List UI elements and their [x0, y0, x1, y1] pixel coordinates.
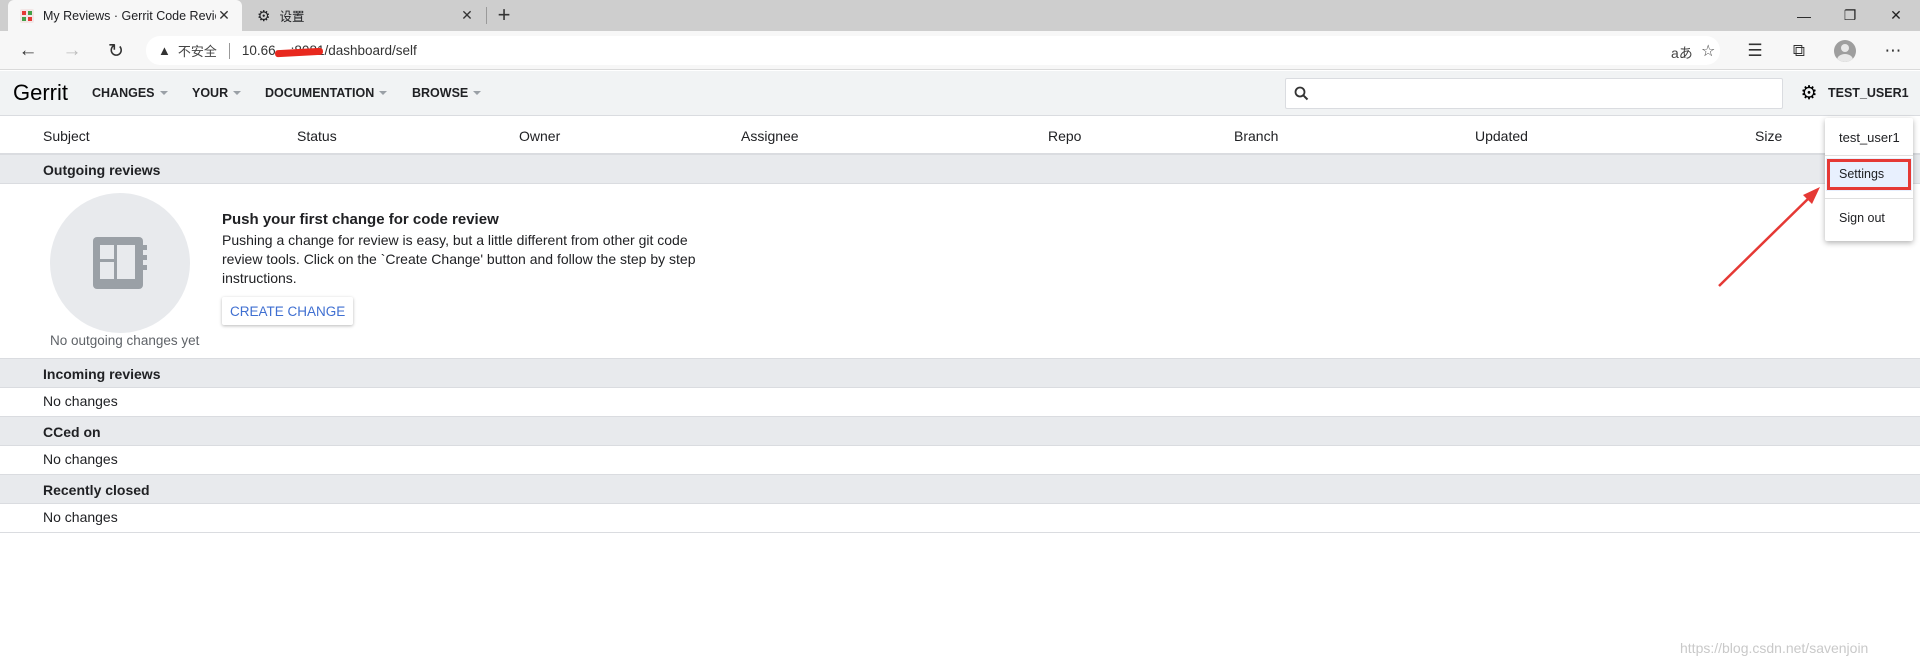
minimize-button[interactable]: — [1781, 0, 1827, 31]
menu-your[interactable]: YOUR [192, 86, 242, 100]
empty-state-title: Push your first change for code review [222, 211, 499, 228]
column-subject: Subject [43, 128, 90, 144]
section-incoming-reviews: Incoming reviews [0, 358, 1920, 388]
menu-changes[interactable]: CHANGES [92, 86, 168, 100]
column-repo: Repo [1048, 128, 1082, 144]
column-branch: Branch [1234, 128, 1279, 144]
read-aloud-icon[interactable]: aあ [1671, 43, 1693, 63]
settings-menu-item[interactable]: Settings [1826, 158, 1912, 191]
browser-address-bar: ← → ↻ ▲ 不安全 10.66. . :8081/dashboard/sel… [0, 31, 1920, 70]
column-assignee: Assignee [741, 128, 799, 144]
create-change-button[interactable]: CREATE CHANGE [222, 297, 354, 325]
more-icon[interactable]: ⋯ [1879, 37, 1907, 65]
search-icon [1294, 86, 1309, 101]
restore-button[interactable]: ❐ [1827, 0, 1873, 31]
url-field[interactable]: ▲ 不安全 10.66. . :8081/dashboard/self aあ ☆ [146, 36, 1720, 65]
menu-label: CHANGES [92, 86, 155, 100]
dashboard-icon [93, 237, 147, 289]
column-size: Size [1755, 128, 1783, 144]
tab-divider [486, 7, 487, 24]
dropdown-username: test_user1 [1825, 118, 1913, 156]
empty-row-text: No changes [43, 509, 118, 525]
tab-close-icon[interactable]: ✕ [216, 7, 232, 24]
section-title: Outgoing reviews [43, 162, 161, 178]
column-owner: Owner [519, 128, 561, 144]
chevron-down-icon [233, 91, 242, 95]
collections-icon[interactable]: ⧉ [1785, 37, 1813, 65]
section-title: Recently closed [43, 482, 150, 498]
url-divider [228, 42, 230, 59]
empty-state-caption: No outgoing changes yet [50, 333, 200, 348]
search-input[interactable] [1317, 80, 1782, 107]
table-bottom-border [0, 532, 1920, 533]
section-title: CCed on [43, 424, 101, 440]
gerrit-logo[interactable]: Gerrit [13, 80, 68, 106]
column-updated: Updated [1475, 128, 1528, 144]
close-window-button[interactable]: ✕ [1873, 0, 1919, 31]
url-text[interactable]: 10.66. . :8081/dashboard/self [242, 43, 417, 58]
menu-label: BROWSE [412, 86, 469, 100]
sign-out-menu-item[interactable]: Sign out [1825, 198, 1913, 240]
chevron-down-icon [159, 91, 168, 95]
table-header: Subject Status Owner Assignee Repo Branc… [0, 116, 1920, 154]
search-box [1285, 78, 1783, 109]
url-value: 10.66. . :8081/dashboard/self [241, 43, 417, 58]
forward-icon[interactable]: → [58, 37, 86, 65]
tab-settings[interactable]: ⚙ 设置 ✕ [245, 0, 485, 31]
menu-browse[interactable]: BROWSE [412, 86, 482, 100]
insecure-label: 不安全 [177, 44, 217, 59]
user-dropdown-menu: test_user1 Settings Sign out [1825, 118, 1913, 241]
watermark-text: https://blog.csdn.net/savenjoin [1680, 640, 1869, 656]
annotation-arrow [1718, 187, 1820, 287]
gear-icon: ⚙ [257, 7, 271, 25]
settings-gear-icon[interactable]: ⚙ [1799, 83, 1819, 104]
reload-icon[interactable]: ↻ [102, 37, 130, 65]
column-status: Status [297, 128, 337, 144]
warning-icon: ▲ [158, 43, 171, 58]
empty-row-text: No changes [43, 451, 118, 467]
menu-documentation[interactable]: DOCUMENTATION [265, 86, 388, 100]
empty-row-text: No changes [43, 393, 118, 409]
menu-label: YOUR [192, 86, 229, 100]
tab-label: 设置 [279, 10, 305, 24]
chevron-down-icon [473, 91, 482, 95]
back-icon[interactable]: ← [14, 37, 42, 65]
section-cced-on: CCed on [0, 416, 1920, 446]
tab-close-icon[interactable]: ✕ [459, 7, 475, 24]
new-tab-button[interactable]: + [492, 2, 516, 27]
browser-tab-bar: My Reviews · Gerrit Code Review ✕ ⚙ 设置 ✕… [0, 0, 1920, 31]
gerrit-header: Gerrit CHANGES YOUR DOCUMENTATION BROWSE… [0, 71, 1920, 116]
favorites-icon[interactable]: ☰ [1741, 37, 1769, 65]
tab-label: My Reviews · Gerrit Code Review [43, 8, 216, 23]
chevron-down-icon [379, 91, 388, 95]
tab-my-reviews[interactable]: My Reviews · Gerrit Code Review ✕ [8, 0, 242, 31]
section-title: Incoming reviews [43, 366, 161, 382]
section-outgoing-reviews: Outgoing reviews [0, 154, 1920, 184]
section-recently-closed: Recently closed [0, 474, 1920, 504]
profile-icon[interactable] [1834, 40, 1856, 62]
menu-label: DOCUMENTATION [265, 86, 375, 100]
gerrit-favicon-icon [20, 8, 34, 23]
empty-state-description: Pushing a change for review is easy, but… [222, 232, 696, 286]
favorite-add-icon[interactable]: ☆ [1701, 41, 1715, 61]
account-menu-button[interactable]: TEST_USER1 [1828, 86, 1909, 100]
